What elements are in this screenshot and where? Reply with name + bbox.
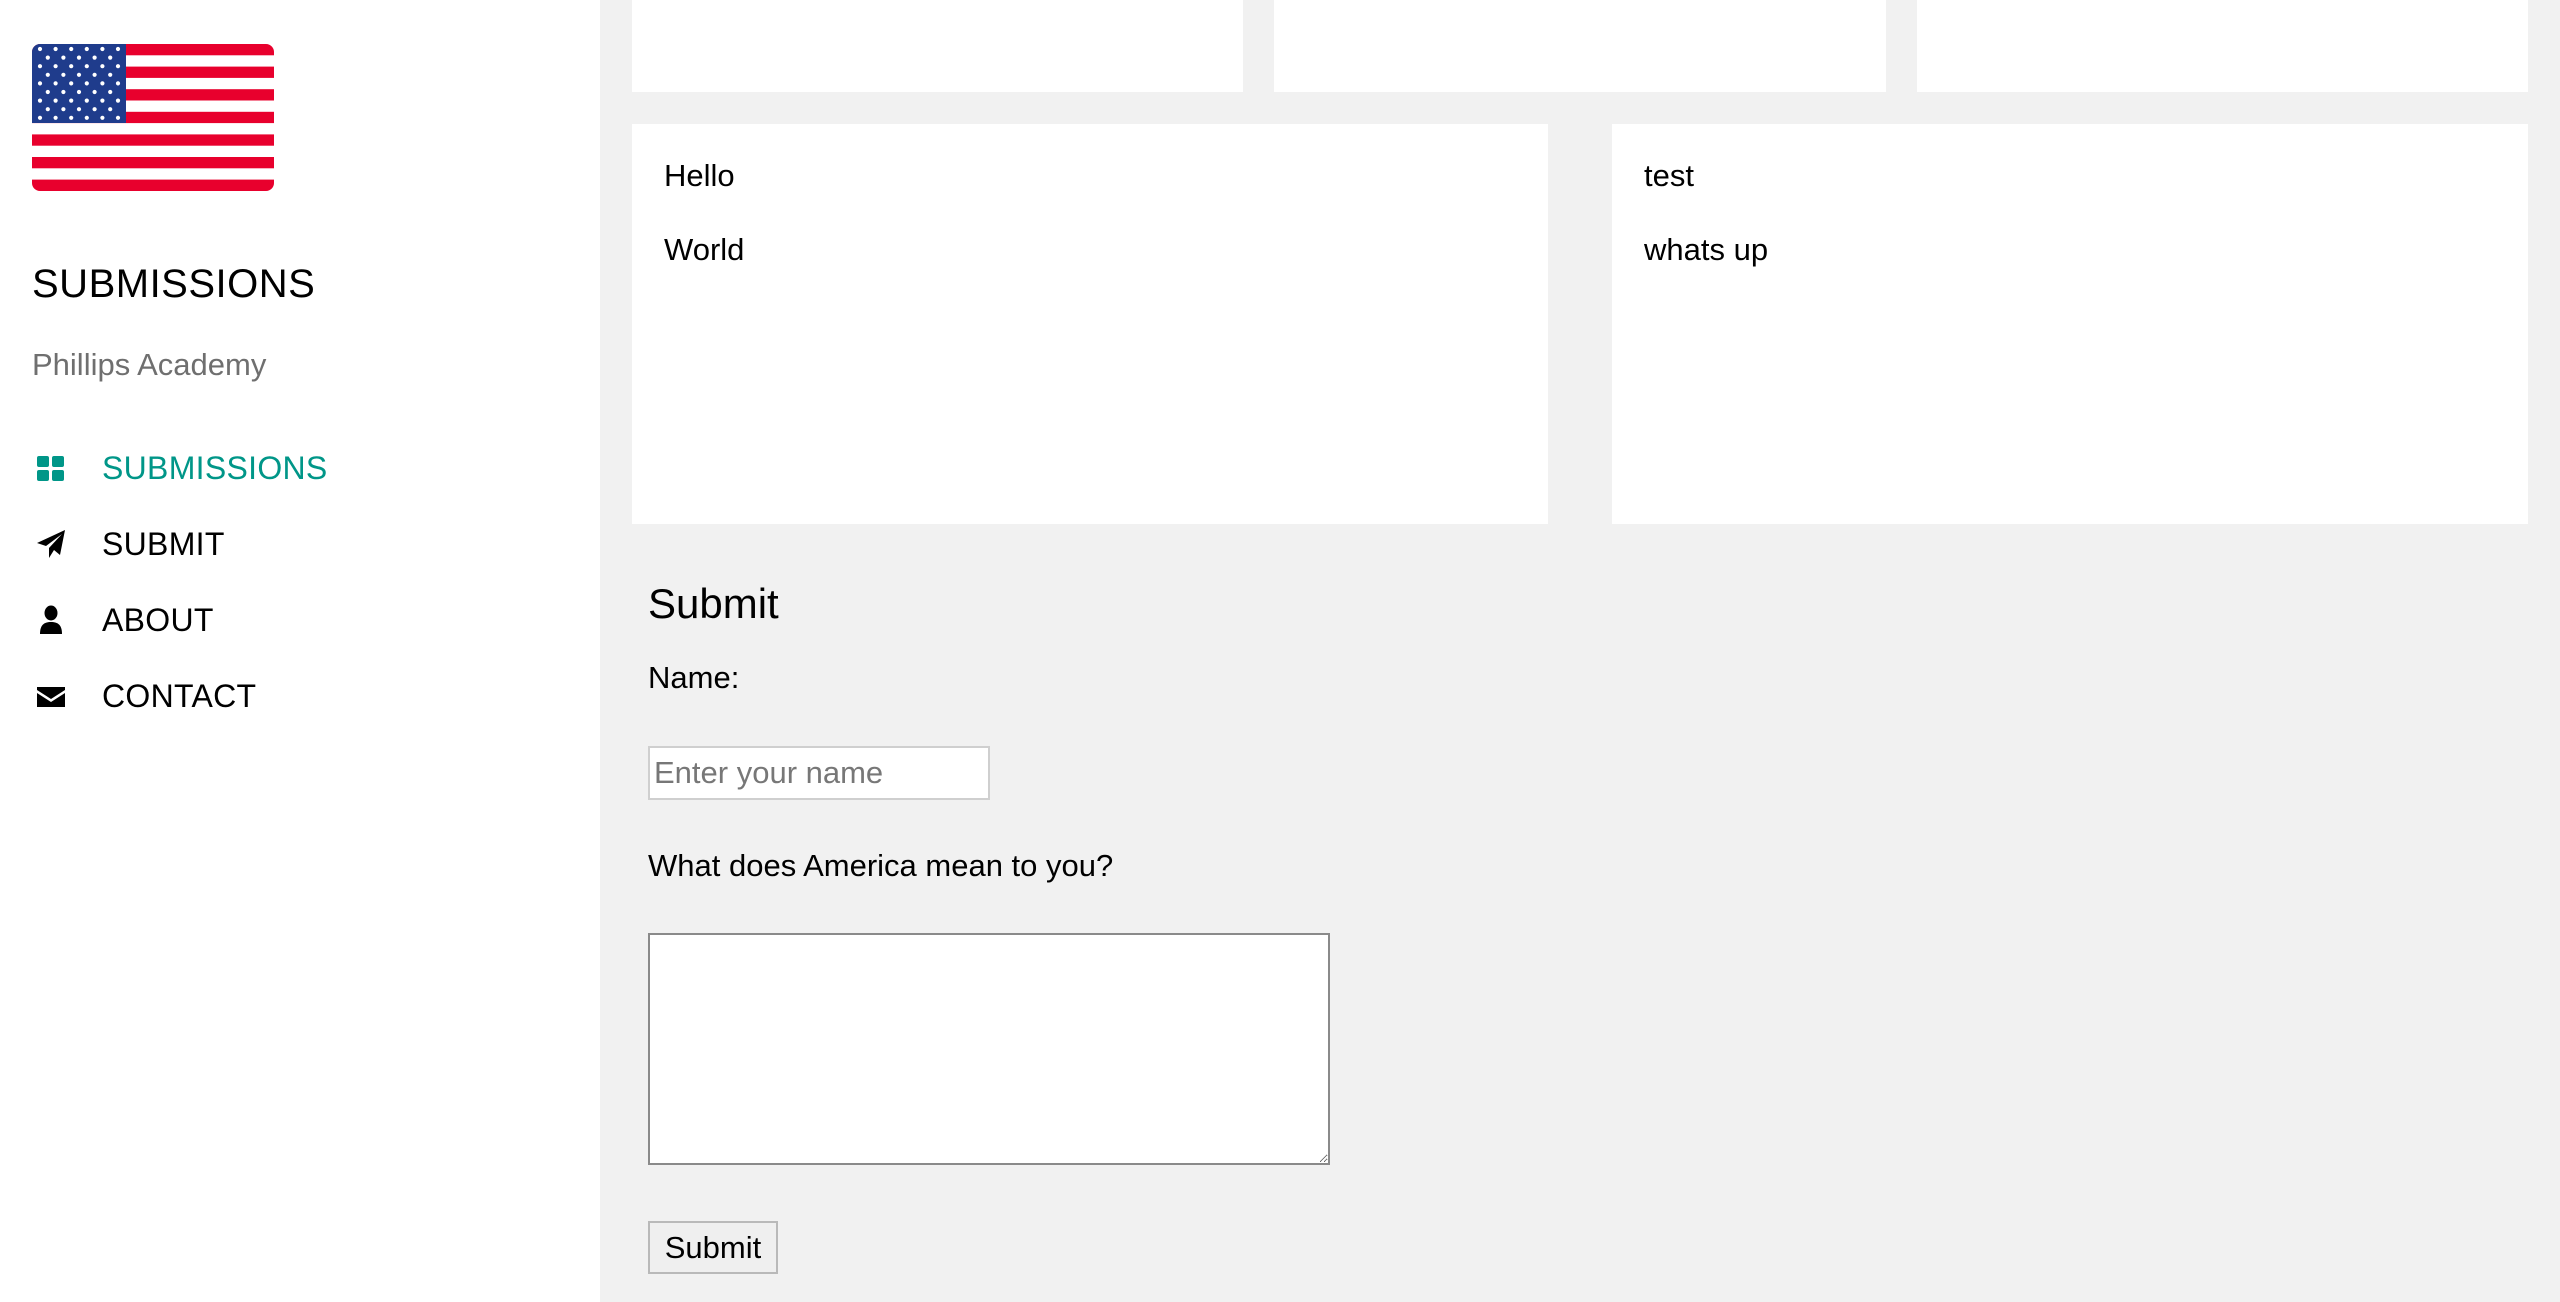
nav-label: ABOUT (102, 601, 214, 638)
submission-author: test (1644, 158, 1694, 193)
envelope-icon (32, 677, 70, 715)
nav-item-about[interactable]: ABOUT (32, 582, 572, 658)
nav-item-submissions[interactable]: SUBMISSIONS (32, 430, 572, 506)
submission-card (1917, 0, 2528, 92)
nav-item-submit[interactable]: SUBMIT (32, 506, 572, 582)
us-flag-logo (32, 44, 274, 191)
submission-card: test whats up (1612, 124, 2528, 524)
name-input[interactable] (648, 746, 990, 800)
answer-textarea[interactable] (648, 933, 1330, 1165)
paper-plane-icon (32, 525, 70, 563)
sidebar: SUBMISSIONS Phillips Academy SUBMISSIONS… (0, 0, 600, 1302)
nav-item-contact[interactable]: CONTACT (32, 658, 572, 734)
submission-text: whats up (1644, 232, 1769, 267)
submission-card (1274, 0, 1886, 92)
sidebar-nav: SUBMISSIONS SUBMIT ABOUT CONTACT (32, 430, 572, 734)
school-name: Phillips Academy (32, 347, 267, 382)
question-label: What does America mean to you? (648, 848, 1114, 883)
nav-label: CONTACT (102, 677, 257, 714)
main-content: Hello World test whats up Submit Name: W… (600, 0, 2560, 1302)
submission-text: World (664, 232, 745, 267)
grid-icon (32, 449, 70, 487)
user-icon (32, 601, 70, 639)
submission-author: Hello (664, 158, 735, 193)
submission-card: Hello World (632, 124, 1548, 524)
sidebar-title: SUBMISSIONS (32, 262, 316, 306)
submit-button[interactable]: Submit (648, 1221, 778, 1274)
nav-label: SUBMISSIONS (102, 449, 328, 486)
submission-card (632, 0, 1243, 92)
nav-label: SUBMIT (102, 525, 225, 562)
submit-form-heading: Submit (648, 580, 779, 627)
name-label: Name: (648, 660, 740, 695)
